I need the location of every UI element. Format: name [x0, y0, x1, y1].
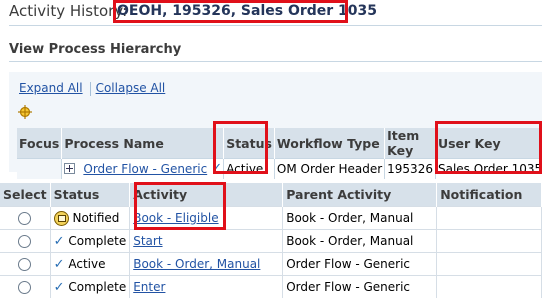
activity-row: ✓ Active Book - Order, Manual Order Flow… [0, 253, 542, 276]
title-divider [9, 25, 542, 26]
select-radio[interactable] [18, 235, 31, 248]
select-cell [0, 253, 50, 276]
process-name-link[interactable]: Order Flow - Generic [83, 162, 207, 176]
process-name-cell: Order Flow - Generic ✓ [62, 159, 224, 180]
select-cell [0, 207, 50, 230]
select-radio[interactable] [18, 212, 31, 225]
notification-cell [437, 207, 542, 230]
notification-cell [437, 253, 542, 276]
hierarchy-toolbar: Expand All Collapse All [19, 81, 165, 96]
activity-status-cell: ✓ Active [50, 253, 130, 276]
parent-activity-cell: Order Flow - Generic [283, 276, 437, 298]
select-radio[interactable] [18, 258, 31, 271]
highlight-box-title [113, 0, 348, 23]
collapse-all-link[interactable]: Collapse All [96, 81, 166, 95]
activity-row: Notified Book - Eligible Book - Order, M… [0, 207, 542, 230]
highlight-box-user-key [435, 121, 542, 174]
check-icon: ✓ [54, 234, 65, 249]
highlight-box-activity [134, 182, 226, 230]
col-item-key: Item Key [385, 128, 436, 159]
section-title: View Process Hierarchy [9, 42, 181, 57]
parent-activity-cell: Book - Order, Manual [283, 207, 437, 230]
activity-status-text: Notified [72, 211, 119, 225]
activity-cell: Start [130, 230, 283, 253]
col-process-name: Process Name [62, 128, 224, 159]
parent-activity-cell: Order Flow - Generic [283, 253, 437, 276]
check-icon: ✓ [54, 257, 65, 272]
col-parent-activity: Parent Activity [283, 183, 437, 207]
toolbar-separator [90, 82, 91, 96]
activity-status-text: Complete [68, 234, 126, 248]
expand-plus-icon[interactable] [64, 163, 75, 174]
workflow-type-cell: OM Order Header [274, 159, 384, 180]
section-divider [9, 61, 542, 62]
focus-crosshair-icon[interactable] [18, 105, 32, 119]
col-activity-status: Status [50, 183, 130, 207]
activity-link[interactable]: Start [133, 234, 162, 248]
col-notification: Notification [437, 183, 542, 207]
activity-cell: Enter [130, 276, 283, 298]
item-key-cell: 195326 [385, 159, 436, 180]
activity-status-text: Active [68, 257, 105, 271]
activity-row: ✓ Complete Enter Order Flow - Generic [0, 276, 542, 298]
check-icon: ✓ [54, 280, 65, 295]
activity-status-cell: ✓ Complete [50, 230, 130, 253]
activity-link[interactable]: Book - Order, Manual [133, 257, 260, 271]
activity-cell: Book - Order, Manual [130, 253, 283, 276]
col-workflow-type: Workflow Type [274, 128, 384, 159]
notification-cell [437, 230, 542, 253]
activity-row: ✓ Complete Start Book - Order, Manual [0, 230, 542, 253]
activity-link[interactable]: Enter [133, 280, 165, 294]
select-radio[interactable] [18, 281, 31, 294]
activity-status-text: Complete [68, 280, 126, 294]
notification-icon [54, 211, 69, 226]
activity-header-row: Select Status Activity Parent Activity N… [0, 183, 542, 207]
select-cell [0, 276, 50, 298]
parent-activity-cell: Book - Order, Manual [283, 230, 437, 253]
select-cell [0, 230, 50, 253]
col-focus: Focus [17, 128, 62, 159]
focus-cell [17, 159, 62, 180]
activity-status-cell: ✓ Complete [50, 276, 130, 298]
notification-cell [437, 276, 542, 298]
activity-status-cell: Notified [50, 207, 130, 230]
col-select: Select [0, 183, 50, 207]
page-title-label: Activity History: [9, 2, 127, 20]
expand-all-link[interactable]: Expand All [19, 81, 83, 95]
highlight-box-status [213, 121, 268, 174]
activity-table: Select Status Activity Parent Activity N… [0, 183, 542, 298]
